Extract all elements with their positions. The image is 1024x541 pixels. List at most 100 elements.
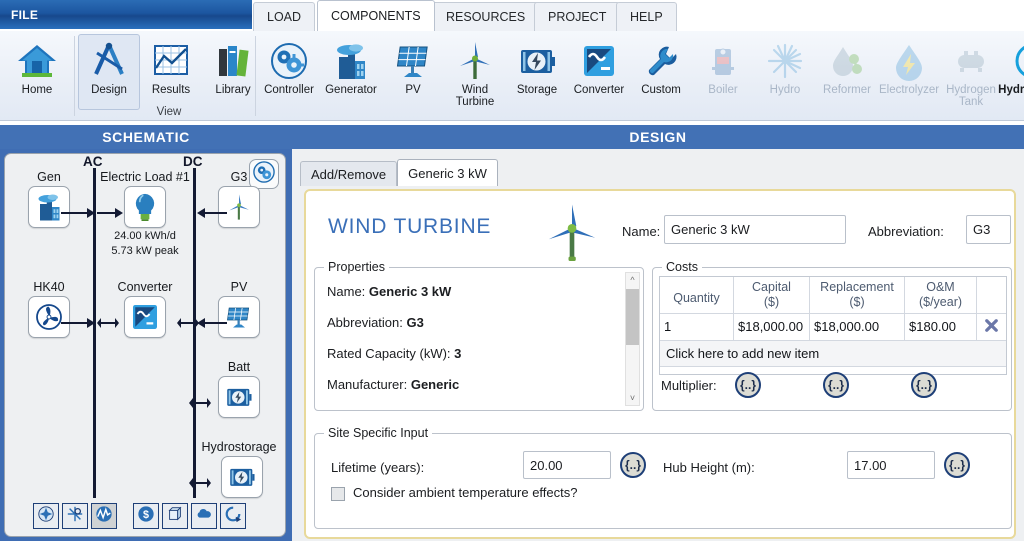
hub-height-sensitivity-button[interactable]: {..}: [944, 452, 970, 478]
property-row-abbreviation-value: G3: [406, 315, 424, 330]
ribbon-group-view: Home Design Results Library View: [6, 31, 264, 121]
cube-icon: [166, 505, 184, 528]
ribbon-button-generator-label: Generator: [325, 84, 377, 96]
properties-scrollbar[interactable]: ^ ˅: [625, 272, 640, 406]
name-input[interactable]: Generic 3 kW: [664, 215, 846, 244]
scroll-down-icon[interactable]: ˅: [630, 391, 635, 405]
subtab-generic-3kw[interactable]: Generic 3 kW: [397, 159, 498, 186]
schematic-tool-cube[interactable]: [162, 503, 188, 529]
ribbon-button-generator[interactable]: Generator: [320, 34, 382, 110]
schematic-tool-move[interactable]: [33, 503, 59, 529]
page-title: WIND TURBINE: [328, 215, 492, 238]
ribbon-button-reformer[interactable]: Reformer: [816, 34, 878, 110]
property-row-manufacturer-label: Manufacturer:: [327, 377, 408, 392]
properties-group-title: Properties: [324, 260, 389, 274]
schematic-tool-cloud[interactable]: [191, 503, 217, 529]
schematic-node-converter[interactable]: Converter: [113, 280, 177, 338]
property-row-name: Name: Generic 3 kW: [327, 284, 451, 299]
multiplier-om-button[interactable]: {..}: [911, 372, 937, 398]
ribbon-button-boiler[interactable]: Boiler: [692, 34, 754, 110]
schematic-arrow-ac-to-converter: [97, 316, 119, 334]
file-menu-tab[interactable]: FILE: [0, 0, 252, 29]
delete-x-icon[interactable]: [983, 319, 1000, 337]
subtab-add-remove[interactable]: Add/Remove: [300, 161, 398, 186]
cloud-icon: [195, 505, 213, 528]
scrollbar-thumb[interactable]: [626, 289, 639, 345]
schematic-tool-cost[interactable]: $: [133, 503, 159, 529]
ribbon-button-hydro[interactable]: Hydro: [754, 34, 816, 110]
costs-header-replacement-line1: Replacement: [820, 280, 894, 294]
multiplier-capital-button[interactable]: {..}: [735, 372, 761, 398]
ribbon-button-controller[interactable]: Controller: [258, 34, 320, 110]
tab-load[interactable]: LOAD: [253, 2, 316, 31]
ribbon-button-design[interactable]: Design: [78, 34, 140, 110]
ribbon-button-converter-label: Converter: [573, 84, 625, 96]
ribbon-button-results[interactable]: Results: [140, 34, 202, 110]
schematic-tool-waveform[interactable]: [91, 503, 117, 529]
ribbon-button-wind-turbine-label: Wind Turbine: [455, 84, 495, 108]
schematic-tool-cut-links[interactable]: [62, 503, 88, 529]
ribbon-tabstrip: FILE LOAD COMPONENTS RESOURCES PROJECT H…: [0, 0, 1024, 31]
costs-cell-capital[interactable]: $18,000.00: [734, 313, 810, 340]
costs-cell-om[interactable]: $180.00: [905, 313, 977, 340]
schematic-toolbar: $: [33, 503, 246, 529]
schematic-arrow-ac-to-load: [97, 206, 123, 224]
refresh-icon: [224, 505, 242, 528]
ribbon-button-custom[interactable]: Custom: [630, 34, 692, 110]
name-field-label: Name:: [622, 224, 661, 239]
hub-height-input[interactable]: 17.00: [847, 451, 935, 479]
dollar-icon: $: [137, 505, 155, 528]
ambient-temperature-checkbox[interactable]: [331, 487, 345, 501]
tab-components[interactable]: COMPONENTS: [317, 0, 435, 31]
battery-storage-icon: [517, 39, 557, 83]
abbreviation-input-value: G3: [973, 222, 991, 237]
hydrogen-tank-icon: [951, 39, 991, 83]
costs-cell-delete[interactable]: [977, 313, 1006, 340]
homer-app-window: FILE LOAD COMPONENTS RESOURCES PROJECT H…: [0, 0, 1024, 541]
schematic-node-hydrostorage-label: Hydrostorage: [201, 440, 277, 454]
lifetime-sensitivity-button[interactable]: {..}: [620, 452, 646, 478]
table-row[interactable]: 1 $18,000.00 $18,000.00 $180.00: [660, 313, 1006, 340]
property-row-abbreviation: Abbreviation: G3: [327, 315, 424, 330]
lightbulb-icon: [124, 186, 166, 228]
costs-header-capital-line1: Capital: [752, 280, 791, 294]
ribbon-button-electrolyzer[interactable]: Electrolyzer: [878, 34, 940, 110]
ribbon-button-wind-turbine[interactable]: Wind Turbine: [444, 34, 506, 110]
costs-header-capital-line2: ($): [763, 295, 780, 309]
tab-project-label: PROJECT: [548, 10, 607, 24]
ribbon-button-hydrokinetic[interactable]: Hydrokinetic: [998, 34, 1024, 110]
battery-storage-icon: [221, 456, 263, 498]
ribbon-button-hydrogen-tank[interactable]: Hydrogen Tank: [940, 34, 1002, 110]
schematic-node-g3-label: G3: [230, 170, 248, 184]
ribbon-button-pv[interactable]: PV: [382, 34, 444, 110]
schematic-node-pv-label: PV: [230, 280, 248, 294]
property-row-manufacturer: Manufacturer: Generic: [327, 377, 459, 392]
multiplier-replacement-button-label: {..}: [827, 378, 844, 392]
ribbon-body: Home Design Results Library View Control…: [0, 31, 1024, 121]
tab-resources[interactable]: RESOURCES: [432, 2, 540, 31]
ribbon-button-reformer-label: Reformer: [823, 84, 871, 96]
ribbon-button-storage[interactable]: Storage: [506, 34, 568, 110]
abbreviation-input[interactable]: G3: [966, 215, 1011, 244]
schematic-canvas[interactable]: AC DC Gen Electric Load #1 24.00 kWh/d 5…: [4, 153, 286, 537]
lifetime-input[interactable]: 20.00: [523, 451, 611, 479]
costs-cell-replacement[interactable]: $18,000.00: [810, 313, 905, 340]
ribbon-button-home[interactable]: Home: [6, 34, 68, 110]
costs-add-new-item-row[interactable]: Click here to add new item: [660, 340, 1006, 366]
ribbon-button-converter[interactable]: Converter: [568, 34, 630, 110]
schematic-node-converter-label: Converter: [117, 280, 173, 294]
schematic-node-gen-label: Gen: [37, 170, 61, 184]
scroll-up-icon[interactable]: ^: [630, 273, 634, 287]
costs-cell-quantity[interactable]: 1: [660, 313, 734, 340]
costs-header-om-line2: ($/year): [918, 295, 963, 309]
tab-project[interactable]: PROJECT: [534, 2, 621, 31]
schematic-tool-refresh[interactable]: [220, 503, 246, 529]
battery-storage-icon: [218, 376, 260, 418]
ribbon-button-hydro-label: Hydro: [769, 84, 801, 96]
hub-height-sensitivity-button-label: {..}: [948, 458, 965, 472]
tab-help[interactable]: HELP: [616, 2, 677, 31]
multiplier-replacement-button[interactable]: {..}: [823, 372, 849, 398]
converter-icon: [124, 296, 166, 338]
cut-links-icon: [66, 505, 84, 528]
schematic-node-batt[interactable]: Batt: [207, 360, 271, 418]
